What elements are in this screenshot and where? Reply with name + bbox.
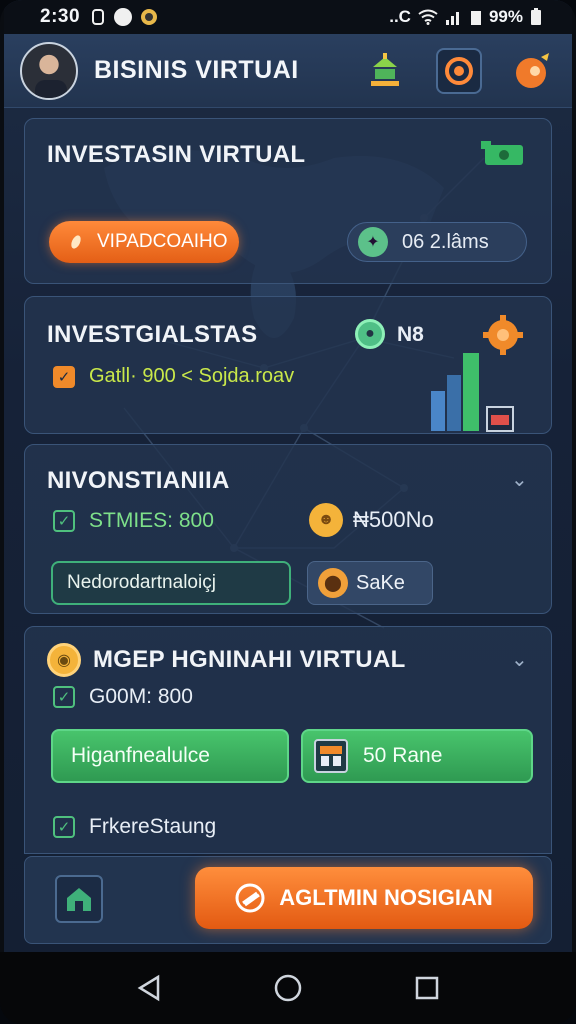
app-screen: 2:30 ..C 99% BISINIS VIRTUAI INVESTASIN … [4,0,572,952]
status-bar: 2:30 ..C 99% [4,0,572,34]
badge-text: N8 [397,323,424,346]
goal-row: ✓ G00M: 800 [53,685,193,709]
home-icon [67,888,91,911]
stake-label: SaKe [356,571,405,594]
recents-button[interactable] [407,968,447,1008]
shield-icon: ● [355,319,385,349]
messenger-icon [114,8,133,26]
check-icon[interactable]: ✓ [53,816,75,838]
feature-row: ✓ FrkereStaung [53,815,216,839]
bank-icon [371,52,399,86]
coin-icon: ☻ [309,503,343,537]
bottom-action-bar: AGLTMIN NOSIGIAN [24,856,552,944]
stats-row-text: Gatll· 900 < Sojda.roav [89,365,295,387]
app-title: BISINIS VIRTUAI [94,56,299,84]
card-title: INVESTASIN VIRTUAL [47,141,306,168]
coin-slash-icon [235,883,265,913]
virtual-goal-card: ◉ MGEP HGNINAHI VIRTUAL ⌄ ✓ G00M: 800 Hi… [24,626,552,854]
virtual-action-label: VIPADCOAIHO [97,231,228,252]
coin-icon: ✦ [358,227,388,257]
coin-icon: ◉ [47,643,81,677]
rank-button[interactable]: 50 Rane [301,729,533,783]
store-icon [314,739,348,773]
target-icon [445,56,473,85]
header-actions [362,47,556,94]
app-notification-icon [141,9,158,25]
back-icon [137,974,160,1002]
stat-pill: ✦ 06 2.lâms [347,222,527,262]
carrier-mark: ..C [389,7,411,26]
rank-label: 50 Rane [363,744,443,767]
chevron-down-icon[interactable]: ⌄ [511,647,528,672]
check-icon[interactable]: ✓ [53,365,75,388]
recents-icon [415,976,438,1000]
chevron-down-icon[interactable]: ⌄ [511,467,528,492]
battery-level: 99% [488,7,523,26]
card-title: MGEP HGNINAHI VIRTUAL [93,646,406,673]
stats-row: ✓ Gatll· 900 < Sojda.roav [53,365,294,388]
plan-option-label: Nedorodartnaloiçj [67,572,216,593]
card-title: INVESTGIALSTAS [47,321,258,348]
primary-cta-button[interactable]: AGLTMIN NOSIGIAN [195,867,533,929]
status-right: ..C 99% [389,7,542,27]
investment-card: INVESTASIN VIRTUAL VIPADCOAIHO ✦ 06 2.lâ… [24,118,552,284]
primary-cta-label: AGLTMIN NOSIGIAN [279,885,493,910]
status-time: 2:30 [40,6,81,27]
money-bag-icon [516,52,549,88]
notification-icon [92,9,105,25]
investment-plan-card: NIVONSTIANIIA ⌄ ✓ STMIES: 800 ☻ ₦500No N… [24,444,552,614]
home-nav-button[interactable] [268,968,308,1008]
phone-frame: 2:30 ..C 99% BISINIS VIRTUAI INVESTASIN … [0,0,576,1024]
home-button[interactable] [55,875,103,923]
app-header: BISINIS VIRTUAI [4,34,572,108]
plan-option-button[interactable]: Nedorodartnaloiçj [51,561,291,605]
amount-row: ☻ ₦500No [309,503,434,537]
home-circle-icon [274,974,302,1002]
system-nav-bar [0,952,576,1024]
check-icon[interactable]: ✓ [53,510,75,532]
leaf-icon [71,235,81,249]
signal-icon [445,12,459,25]
stake-button[interactable]: ⬤ SaKe [307,561,433,605]
battery-small-icon [470,11,481,25]
card-title-row: ◉ MGEP HGNINAHI VIRTUAL [47,643,406,677]
stats-row: ✓ STMIES: 800 [53,509,214,533]
amount-text: ₦500No [353,507,434,532]
check-icon[interactable]: ✓ [53,686,75,708]
stats-row-text: STMIES: 800 [89,509,214,532]
feature-row-text: FrkereStaung [89,815,217,838]
target-button[interactable] [436,47,482,94]
goal-option-button[interactable]: Higanfnealulce [51,729,289,783]
coin-stack-icon: ⬤ [318,568,348,598]
wifi-icon [418,9,438,25]
stat-value: 06 2.lâms [402,230,489,253]
avatar[interactable] [20,41,78,100]
goal-row-text: G00M: 800 [89,685,193,708]
bank-button[interactable] [362,48,408,94]
back-button[interactable] [129,968,169,1008]
money-bag-button[interactable] [510,48,556,94]
cash-icon [481,141,523,165]
bar-chart-icon [431,353,514,432]
battery-icon [531,8,541,25]
goal-option-label: Higanfnealulce [71,744,210,767]
investment-stats-card: INVESTGIALSTAS ● N8 ✓ Gatll· 900 < Sojda… [24,296,552,434]
status-notification-icons [90,8,158,26]
card-title: NIVONSTIANIIA [47,467,230,494]
virtual-action-button[interactable]: VIPADCOAIHO [49,221,239,263]
